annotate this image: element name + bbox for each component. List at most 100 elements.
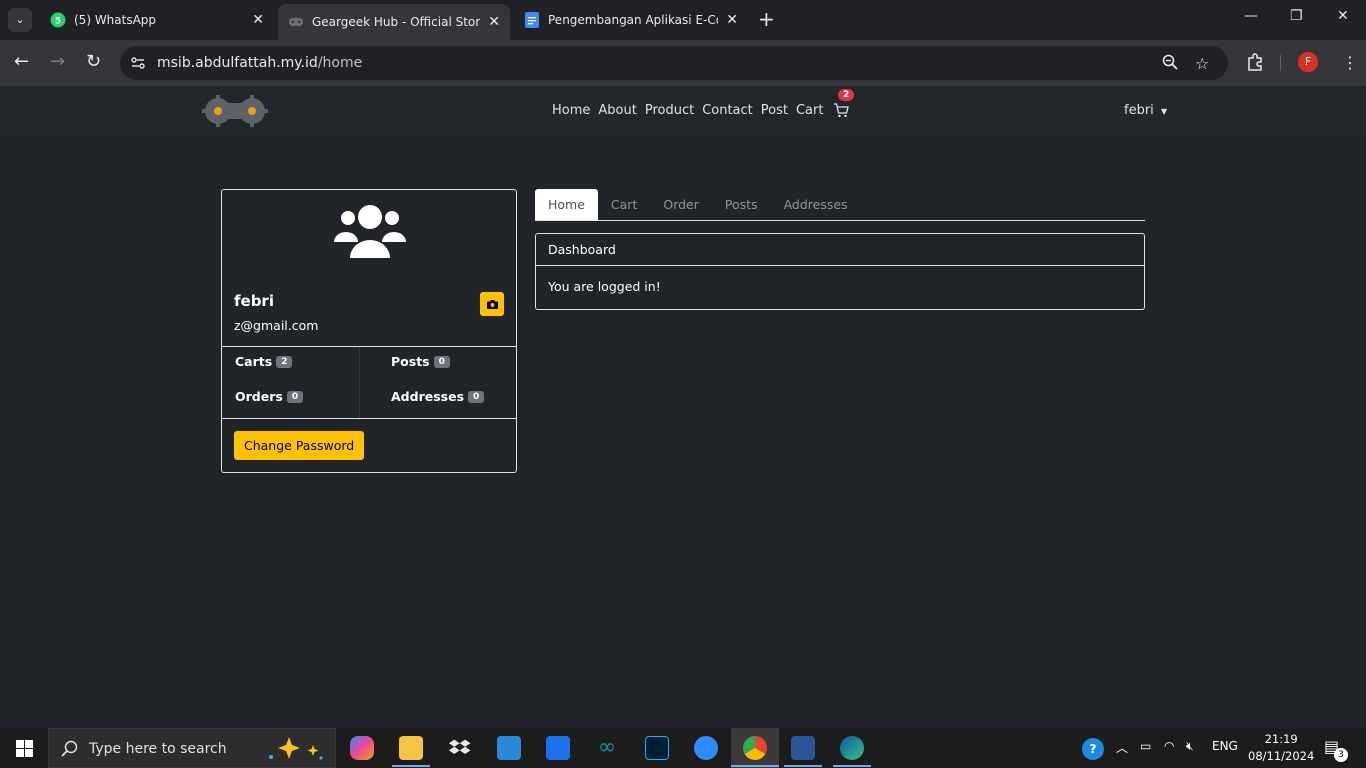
language-indicator[interactable]: ENG [1212, 739, 1238, 753]
gamepad-icon [288, 14, 304, 30]
search-icon [61, 740, 79, 762]
forward-arrow-icon[interactable]: → [50, 52, 65, 72]
nav-post[interactable]: Post [761, 103, 788, 118]
nav-contact[interactable]: Contact [702, 103, 753, 118]
close-icon[interactable]: ✕ [488, 14, 500, 30]
tab-order[interactable]: Order [650, 189, 712, 220]
camera-icon [486, 299, 498, 309]
profile-card: febri z@gmail.com Carts 2 Posts 0 Orders… [221, 189, 517, 473]
browser-toolbar: ← → ↻ msib.abdulfattah.my.id/home ☆ F ⋮ [0, 40, 1366, 86]
minimize-icon[interactable]: — [1244, 8, 1258, 24]
file-explorer-icon[interactable] [399, 736, 423, 760]
url-path: /home [317, 55, 363, 71]
profile-name: febri [234, 292, 274, 310]
stat-label: Orders [235, 389, 283, 404]
help-icon[interactable]: ? [1082, 738, 1104, 760]
close-icon[interactable]: ✕ [726, 12, 738, 28]
divider [359, 347, 360, 418]
nav-cart[interactable]: Cart 2 [796, 89, 858, 118]
caret-down-icon: ▼ [1160, 107, 1168, 116]
wifi-icon[interactable]: ◠ [1164, 739, 1174, 753]
running-indicator [731, 765, 779, 767]
url-text[interactable]: msib.abdulfattah.my.id/home [157, 55, 362, 71]
mail-icon[interactable] [546, 736, 570, 760]
windows-taskbar: Type here to search ∞ ? ︿ ▭ ◠ 🔇︎ ENG 21:… [0, 728, 1366, 768]
dashboard-card: Dashboard You are logged in! [535, 233, 1145, 310]
volume-muted-icon[interactable]: 🔇︎ [1186, 739, 1194, 754]
profile-avatar[interactable]: F [1298, 52, 1318, 72]
running-indicator [392, 765, 430, 767]
clock-date: 08/11/2024 [1248, 749, 1315, 763]
site-settings-icon[interactable] [130, 55, 146, 71]
dashboard-title: Dashboard [536, 234, 1144, 266]
dropbox-icon[interactable] [448, 736, 472, 760]
copilot-icon[interactable] [350, 736, 374, 760]
divider [222, 346, 516, 347]
tab-home[interactable]: Home [535, 189, 598, 220]
user-dropdown[interactable]: febri ▼ [1124, 103, 1167, 118]
running-indicator [833, 765, 871, 767]
arduino-icon[interactable]: ∞ [595, 736, 619, 760]
edge-icon[interactable] [840, 736, 864, 760]
tab-google-doc[interactable]: Pengembangan Aplikasi E-Com ✕ [514, 6, 748, 34]
stat-posts[interactable]: Posts 0 [391, 354, 450, 369]
nav-home[interactable]: Home [552, 103, 590, 118]
chrome-icon[interactable] [743, 736, 767, 760]
nav-links: Home About Product Contact Post Cart 2 [552, 89, 865, 118]
browser-tab-strip: ⌄ 5 (5) WhatsApp ✕ Geargeek Hub - Offici… [0, 0, 1366, 40]
stat-carts[interactable]: Carts 2 [235, 354, 293, 369]
close-window-icon[interactable]: ✕ [1337, 8, 1349, 24]
chevron-up-icon[interactable]: ︿ [1116, 739, 1128, 756]
system-clock[interactable]: 21:19 08/11/2024 [1248, 731, 1314, 765]
nav-about[interactable]: About [598, 103, 636, 118]
whatsapp-icon: 5 [50, 12, 66, 28]
tab-addresses[interactable]: Addresses [771, 189, 861, 220]
close-icon[interactable]: ✕ [252, 12, 264, 28]
svg-text:5: 5 [55, 17, 61, 27]
restore-icon[interactable]: ❐ [1290, 8, 1303, 24]
battery-icon[interactable]: ▭ [1140, 739, 1151, 753]
upload-photo-button[interactable] [480, 292, 504, 316]
tab-title: (5) WhatsApp [74, 13, 157, 27]
site-navbar: Home About Product Contact Post Cart 2 f… [0, 86, 1366, 136]
notification-count-badge: 3 [1334, 748, 1348, 762]
user-dropdown-label: febri [1124, 103, 1154, 118]
extensions-puzzle-icon[interactable] [1246, 53, 1264, 75]
profile-tabs: Home Cart Order Posts Addresses [535, 189, 1145, 221]
stat-label: Carts [235, 354, 273, 369]
tab-whatsapp[interactable]: 5 (5) WhatsApp ✕ [40, 6, 274, 34]
geargeek-logo[interactable] [202, 95, 268, 127]
sparkle-icon [265, 735, 327, 767]
stat-orders[interactable]: Orders 0 [235, 389, 304, 404]
microsoft-store-icon[interactable] [497, 736, 521, 760]
cart-icon [833, 103, 850, 118]
change-password-button[interactable]: Change Password [234, 431, 365, 460]
tab-cart[interactable]: Cart [598, 189, 650, 220]
taskbar-search-box[interactable]: Type here to search [48, 728, 336, 768]
bookmark-star-icon[interactable]: ☆ [1195, 54, 1209, 73]
nav-product[interactable]: Product [645, 103, 694, 118]
address-bar[interactable]: msib.abdulfattah.my.id/home ☆ [120, 46, 1228, 80]
zoom-app-icon[interactable] [694, 736, 718, 760]
new-tab-plus-icon[interactable]: + [758, 9, 775, 29]
reload-icon[interactable]: ↻ [86, 52, 101, 72]
stat-addresses[interactable]: Addresses 0 [391, 389, 485, 404]
tab-search-chevron-icon[interactable]: ⌄ [8, 8, 32, 32]
running-indicator [784, 765, 822, 767]
tab-posts[interactable]: Posts [712, 189, 771, 220]
stat-count-badge: 0 [468, 390, 485, 403]
google-docs-icon [524, 12, 540, 28]
users-group-icon [330, 204, 410, 260]
menu-kebab-icon[interactable]: ⋮ [1342, 53, 1358, 72]
windows-start-icon[interactable] [16, 740, 33, 757]
zoom-icon[interactable] [1162, 54, 1178, 74]
photoshop-icon[interactable] [645, 736, 669, 760]
tab-title: Geargeek Hub - Official Store [312, 15, 481, 29]
divider [222, 418, 516, 419]
stat-count-badge: 0 [433, 355, 450, 368]
back-arrow-icon[interactable]: ← [14, 52, 29, 72]
word-icon[interactable] [791, 736, 815, 760]
clock-time: 21:19 [1264, 732, 1298, 746]
stat-label: Addresses [391, 389, 465, 404]
tab-geargeek[interactable]: Geargeek Hub - Official Store ✕ [278, 4, 510, 40]
